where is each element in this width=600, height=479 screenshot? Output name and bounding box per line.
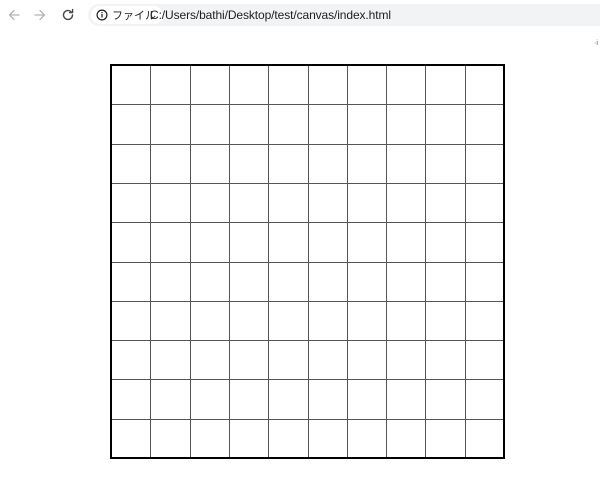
- address-bar[interactable]: ファイル C:/Users/bathi/Desktop/test/canvas/…: [88, 4, 600, 26]
- url-text[interactable]: C:/Users/bathi/Desktop/test/canvas/index…: [150, 8, 391, 22]
- back-button[interactable]: [4, 5, 24, 25]
- info-icon: [96, 9, 108, 21]
- forward-button[interactable]: [30, 5, 50, 25]
- reload-button[interactable]: [58, 5, 78, 25]
- arrow-right-icon: [34, 9, 46, 21]
- reload-icon: [62, 8, 74, 21]
- extension-icon[interactable]: ·i: [594, 40, 598, 47]
- grid-canvas: [110, 64, 505, 459]
- browser-toolbar: ファイル C:/Users/bathi/Desktop/test/canvas/…: [0, 0, 600, 30]
- grid-border: [110, 64, 505, 459]
- grid-svg: [110, 64, 505, 459]
- arrow-left-icon: [8, 9, 20, 21]
